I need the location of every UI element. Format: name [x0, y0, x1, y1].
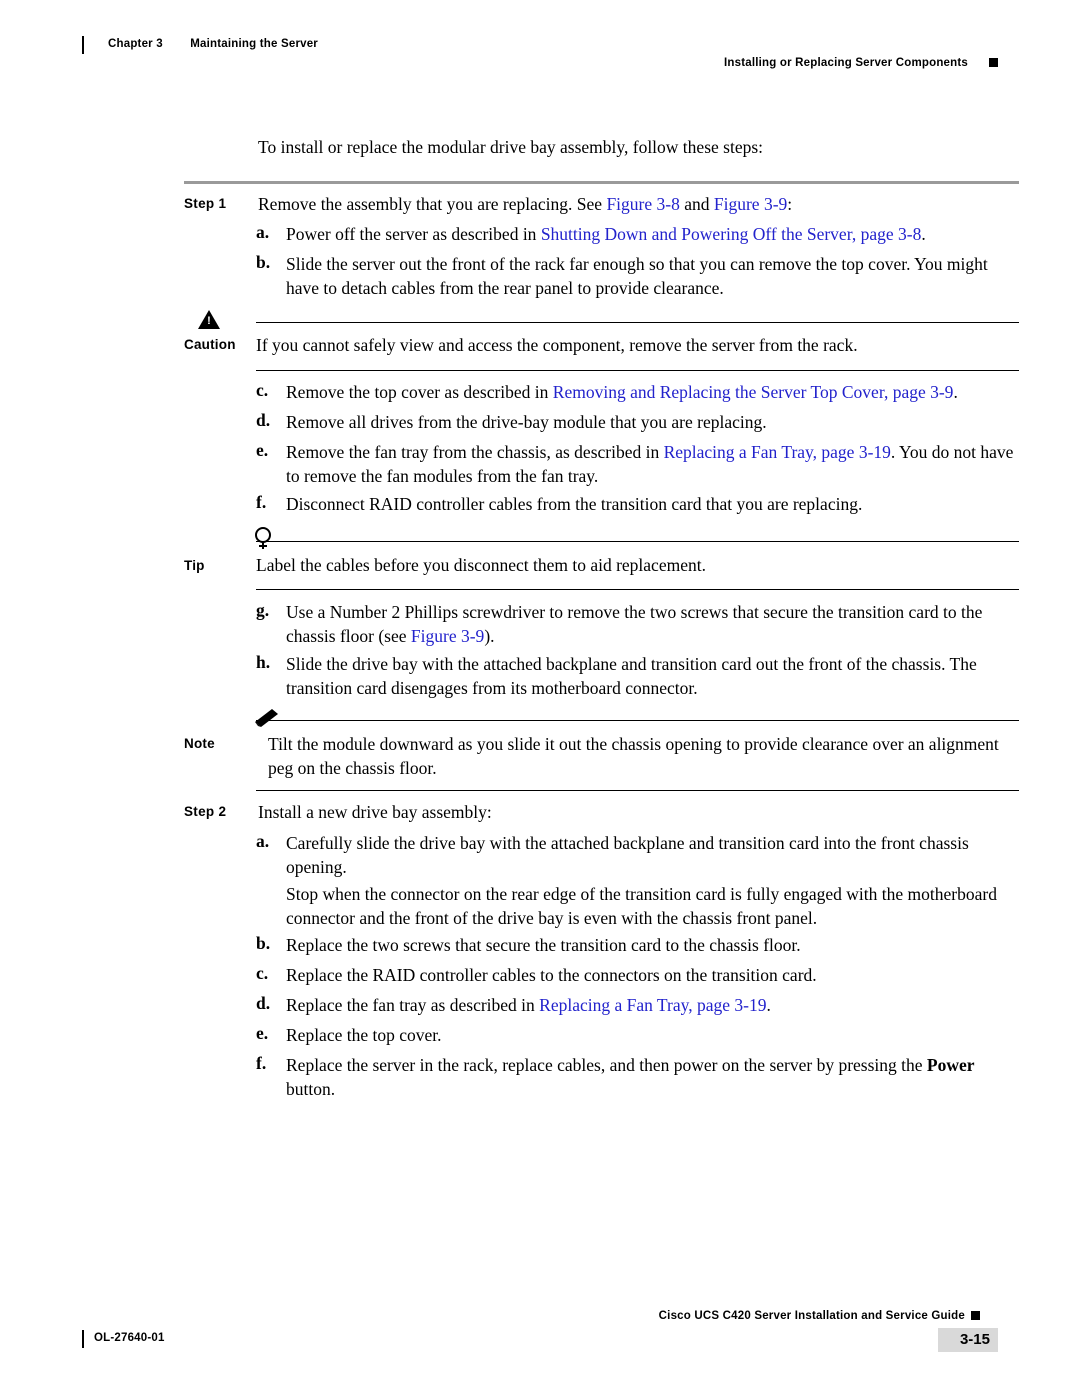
step-1-label: Step 1: [184, 196, 227, 211]
substep-1d-text: Remove all drives from the drive-bay mod…: [286, 412, 767, 432]
caution-top-rule: [256, 322, 1019, 323]
substep-1c-text: Remove the top cover as described in Rem…: [286, 382, 958, 402]
link-replacing-fan-tray-2[interactable]: Replacing a Fan Tray, page 3-19: [539, 995, 766, 1015]
caution-bottom-rule: [256, 370, 1019, 371]
substep-1f-letter: f.: [256, 492, 267, 512]
tip-lightbulb-icon: [252, 527, 274, 556]
substep-2f-letter: f.: [256, 1053, 267, 1073]
substep-1h-text: Slide the drive bay with the attached ba…: [286, 654, 977, 698]
substep-1h-letter: h.: [256, 652, 271, 672]
substep-2b-text: Replace the two screws that secure the t…: [286, 935, 801, 955]
note-label: Note: [184, 736, 215, 751]
caution-label: Caution: [184, 337, 236, 352]
tip-text: Label the cables before you disconnect t…: [256, 555, 706, 575]
note-text: Tilt the module downward as you slide it…: [268, 734, 999, 778]
substep-2a-letter: a.: [256, 831, 270, 851]
tip-top-rule: [256, 541, 1019, 542]
step1-top-rule: [184, 181, 1019, 184]
step-1-text: Remove the assembly that you are replaci…: [258, 192, 1018, 216]
substep-1d-letter: d.: [256, 410, 271, 430]
link-replacing-fan-tray-1[interactable]: Replacing a Fan Tray, page 3-19: [664, 442, 891, 462]
step-1-mid: and: [679, 194, 714, 214]
step-2-label: Step 2: [184, 804, 227, 819]
footer-square-marker: [971, 1311, 980, 1320]
step-1-text-before: Remove the assembly that you are replaci…: [258, 194, 607, 214]
power-button-emphasis: Power: [926, 1055, 975, 1075]
page-header: Chapter 3 Maintaining the Server Install…: [0, 0, 1080, 80]
substep-2d-letter: d.: [256, 993, 271, 1013]
substep-1a-text: Power off the server as described in Shu…: [286, 224, 926, 244]
header-left-rule: [82, 36, 84, 54]
caution-text: If you cannot safely view and access the…: [256, 335, 858, 355]
note-top-rule: [256, 720, 1019, 721]
footer-left-rule: [82, 1330, 84, 1348]
intro-paragraph: To install or replace the modular drive …: [258, 137, 764, 157]
substep-1e-text: Remove the fan tray from the chassis, as…: [286, 442, 1014, 486]
note-bottom-rule: [256, 790, 1019, 791]
substep-2b-letter: b.: [256, 933, 271, 953]
substep-2c-text: Replace the RAID controller cables to th…: [286, 965, 817, 985]
header-chapter: Chapter 3 Maintaining the Server: [108, 38, 318, 50]
step-1-link-figure-3-8[interactable]: Figure 3-8: [606, 194, 679, 214]
substep-1b-text: Slide the server out the front of the ra…: [286, 254, 988, 298]
link-removing-replacing-top-cover[interactable]: Removing and Replacing the Server Top Co…: [553, 382, 954, 402]
substep-2c-letter: c.: [256, 963, 269, 983]
substep-1a-letter: a.: [256, 222, 270, 242]
link-figure-3-9-second[interactable]: Figure 3-9: [411, 626, 484, 646]
step-1-link-figure-3-9[interactable]: Figure 3-9: [714, 194, 787, 214]
tip-label: Tip: [184, 558, 205, 573]
step-2-text: Install a new drive bay assembly:: [258, 802, 492, 822]
substep-1c-letter: c.: [256, 380, 269, 400]
substep-1g-text: Use a Number 2 Phillips screwdriver to r…: [286, 602, 983, 646]
substep-2d-text: Replace the fan tray as described in Rep…: [286, 995, 771, 1015]
tip-bottom-rule: [256, 589, 1019, 590]
tip-admonition: Tip Label the cables before you disconne…: [184, 527, 1019, 590]
substep-2e-letter: e.: [256, 1023, 269, 1043]
caution-admonition: ! Caution If you cannot safely view and …: [184, 310, 1019, 371]
footer-page-number: 3-15: [959, 1331, 990, 1348]
footer-guide-title: Cisco UCS C420 Server Installation and S…: [658, 1310, 965, 1322]
substep-2a-text: Carefully slide the drive bay with the a…: [286, 833, 969, 877]
header-chapter-label: Chapter 3: [108, 38, 163, 50]
footer-doc-id: OL-27640-01: [94, 1332, 165, 1344]
note-pencil-icon: [254, 708, 280, 733]
note-admonition: Note Tilt the module downward as you sli…: [184, 709, 1019, 791]
substep-1f-text: Disconnect RAID controller cables from t…: [286, 494, 863, 514]
header-section-title: Installing or Replacing Server Component…: [724, 57, 968, 69]
substep-2e-text: Replace the top cover.: [286, 1025, 442, 1045]
header-square-marker: [989, 58, 998, 67]
substep-1g-letter: g.: [256, 600, 270, 620]
header-chapter-title: Maintaining the Server: [190, 38, 318, 50]
step-2-continuation-paragraph: Stop when the connector on the rear edge…: [286, 884, 997, 928]
step-1-text-after: :: [787, 194, 793, 214]
substep-1b-letter: b.: [256, 252, 271, 272]
substep-1e-letter: e.: [256, 440, 269, 460]
link-shutting-down-powering-off[interactable]: Shutting Down and Powering Off the Serve…: [541, 224, 922, 244]
caution-triangle-icon: !: [198, 310, 220, 329]
substep-2f-text: Replace the server in the rack, replace …: [286, 1055, 975, 1099]
document-page: Chapter 3 Maintaining the Server Install…: [0, 0, 1080, 1397]
